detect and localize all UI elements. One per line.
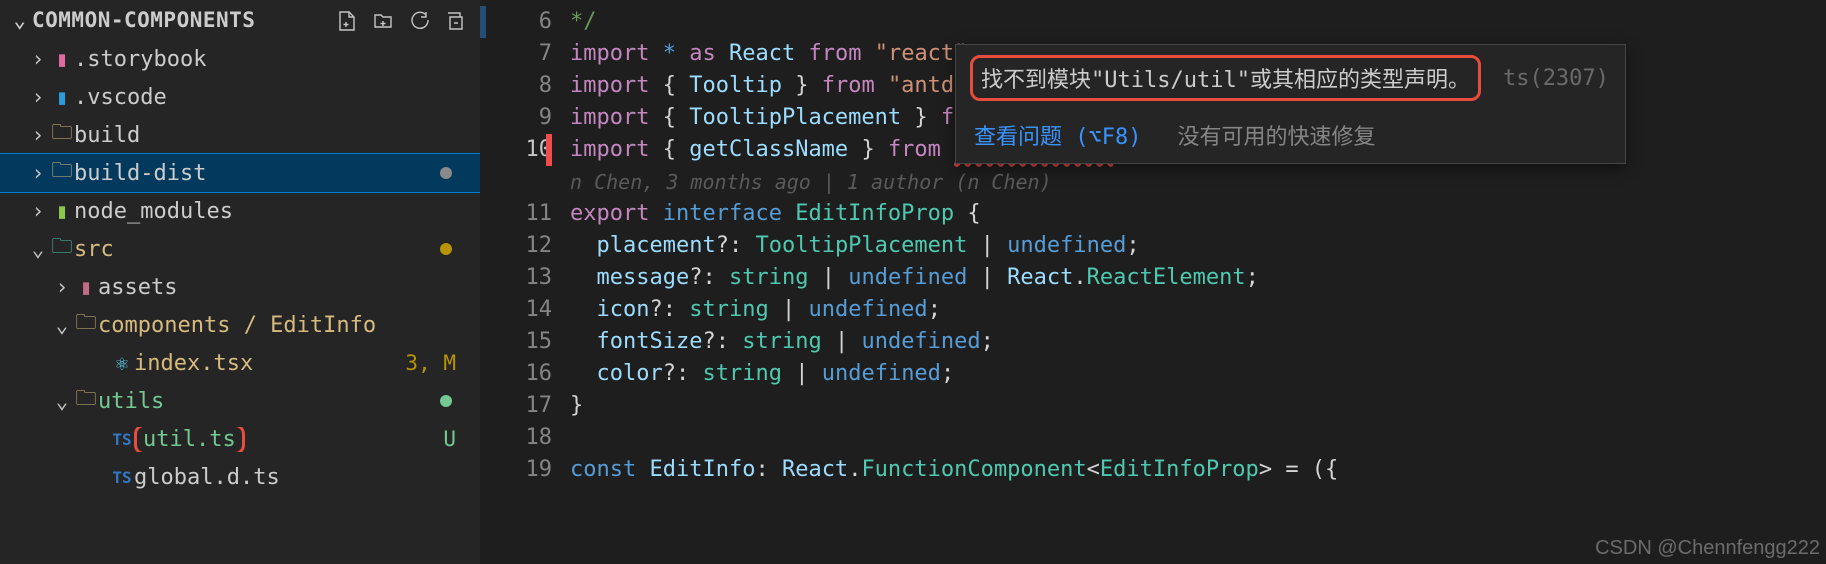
tree-item[interactable]: › 🗀 build	[0, 116, 480, 154]
tree-item[interactable]: TS util.tsU	[0, 420, 480, 458]
file-label: .storybook	[74, 47, 470, 72]
new-file-icon[interactable]	[336, 9, 358, 31]
error-tooltip: 找不到模块"Utils/util"或其相应的类型声明。 ts(2307) 查看问…	[955, 44, 1626, 164]
code-line[interactable]: export interface EditInfoProp {	[570, 198, 1826, 230]
line-number[interactable]: 7	[480, 38, 552, 70]
file-icon: ▮	[50, 199, 74, 223]
line-number[interactable]: 19	[480, 454, 552, 486]
git-blame: n Chen, 3 months ago | 1 author (n Chen)	[570, 166, 1826, 198]
error-bar	[546, 134, 552, 166]
code-line[interactable]: }	[570, 390, 1826, 422]
line-gutter: 678910 111213141516171819	[480, 0, 570, 564]
explorer-sidebar: ⌄ COMMON-COMPONENTS › ▮ .storybook› ▮ .v…	[0, 0, 480, 564]
line-number[interactable]: 12	[480, 230, 552, 262]
line-number[interactable]: 13	[480, 262, 552, 294]
modified-dot	[440, 243, 452, 255]
explorer-header[interactable]: ⌄ COMMON-COMPONENTS	[0, 0, 480, 40]
code-line[interactable]: const EditInfo: React.FunctionComponent<…	[570, 454, 1826, 486]
chevron-down-icon: ⌄	[8, 8, 32, 32]
refresh-icon[interactable]	[408, 9, 430, 31]
file-icon: 🗀	[50, 156, 74, 191]
code-line[interactable]: */	[570, 6, 1826, 38]
file-icon: ▮	[50, 85, 74, 109]
gutter-mark	[480, 6, 486, 38]
line-number[interactable]: 9	[480, 102, 552, 134]
tree-item[interactable]: ⌄ 🗀 components / EditInfo	[0, 306, 480, 344]
collapse-all-icon[interactable]	[444, 9, 466, 31]
twist-icon: ›	[50, 275, 74, 299]
tree-item[interactable]: TS global.d.ts	[0, 458, 480, 496]
line-number[interactable]: 17	[480, 390, 552, 422]
file-label: node_modules	[74, 199, 470, 224]
code-line[interactable]	[570, 422, 1826, 454]
tree-item[interactable]: › ▮ .vscode	[0, 78, 480, 116]
line-number[interactable]: 15	[480, 326, 552, 358]
file-label: build	[74, 123, 470, 148]
file-icon: ⚛	[110, 351, 134, 375]
file-icon: 🗀	[74, 384, 98, 419]
twist-icon: ›	[26, 47, 50, 71]
tree-item[interactable]: ⌄ 🗀 utils	[0, 382, 480, 420]
file-label: src	[74, 237, 440, 262]
line-number[interactable]: 11	[480, 198, 552, 230]
file-icon: ▮	[50, 47, 74, 71]
file-label: global.d.ts	[134, 465, 470, 490]
file-label: build-dist	[74, 161, 440, 186]
file-icon: TS	[110, 468, 134, 487]
file-icon: 🗀	[50, 118, 74, 153]
error-code: ts(2307)	[1503, 66, 1609, 91]
tree-item[interactable]: ⚛ index.tsx3, M	[0, 344, 480, 382]
line-number[interactable]: 8	[480, 70, 552, 102]
file-label: assets	[98, 275, 470, 300]
code-line[interactable]: icon?: string | undefined;	[570, 294, 1826, 326]
file-label: index.tsx	[134, 351, 405, 376]
view-problem-link[interactable]: 查看问题 (⌥F8)	[974, 119, 1141, 151]
explorer-actions	[336, 9, 474, 31]
line-number[interactable]: 10	[480, 134, 552, 166]
line-number[interactable]: 18	[480, 422, 552, 454]
git-status: 3, M	[405, 351, 470, 375]
tree-item[interactable]: › 🗀 build-dist	[0, 154, 480, 192]
file-label: util.ts	[134, 427, 443, 452]
twist-icon: ⌄	[26, 237, 50, 261]
file-label: .vscode	[74, 85, 470, 110]
git-status: U	[443, 427, 470, 451]
no-quick-fix: 没有可用的快速修复	[1177, 119, 1375, 151]
file-label: components / EditInfo	[98, 313, 470, 338]
watermark: CSDN @Chennfengg222	[1595, 537, 1820, 560]
twist-icon: ›	[26, 199, 50, 223]
twist-icon: ›	[26, 123, 50, 147]
tree-item[interactable]: › ▮ .storybook	[0, 40, 480, 78]
tree-item[interactable]: › ▮ assets	[0, 268, 480, 306]
twist-icon: ⌄	[50, 313, 74, 337]
modified-dot	[440, 395, 452, 407]
twist-icon: ›	[26, 161, 50, 185]
file-icon: ▮	[74, 275, 98, 299]
line-number[interactable]: 16	[480, 358, 552, 390]
code-line[interactable]: color?: string | undefined;	[570, 358, 1826, 390]
code-line[interactable]: fontSize?: string | undefined;	[570, 326, 1826, 358]
file-tree: › ▮ .storybook› ▮ .vscode› 🗀 build› 🗀 bu…	[0, 40, 480, 496]
code-line[interactable]: placement?: TooltipPlacement | undefined…	[570, 230, 1826, 262]
twist-icon: ⌄	[50, 389, 74, 413]
file-icon: 🗀	[50, 232, 74, 267]
code-line[interactable]: message?: string | undefined | React.Rea…	[570, 262, 1826, 294]
tree-item[interactable]: › ▮ node_modules	[0, 192, 480, 230]
twist-icon: ›	[26, 85, 50, 109]
line-number[interactable]: 6	[480, 6, 552, 38]
new-folder-icon[interactable]	[372, 9, 394, 31]
line-number[interactable]: 14	[480, 294, 552, 326]
tree-item[interactable]: ⌄ 🗀 src	[0, 230, 480, 268]
file-icon: 🗀	[74, 308, 98, 343]
file-icon: TS	[110, 430, 134, 449]
modified-dot	[440, 167, 452, 179]
file-label: utils	[98, 389, 440, 414]
error-message: 找不到模块"Utils/util"或其相应的类型声明。	[970, 55, 1481, 101]
project-title: COMMON-COMPONENTS	[32, 8, 255, 32]
